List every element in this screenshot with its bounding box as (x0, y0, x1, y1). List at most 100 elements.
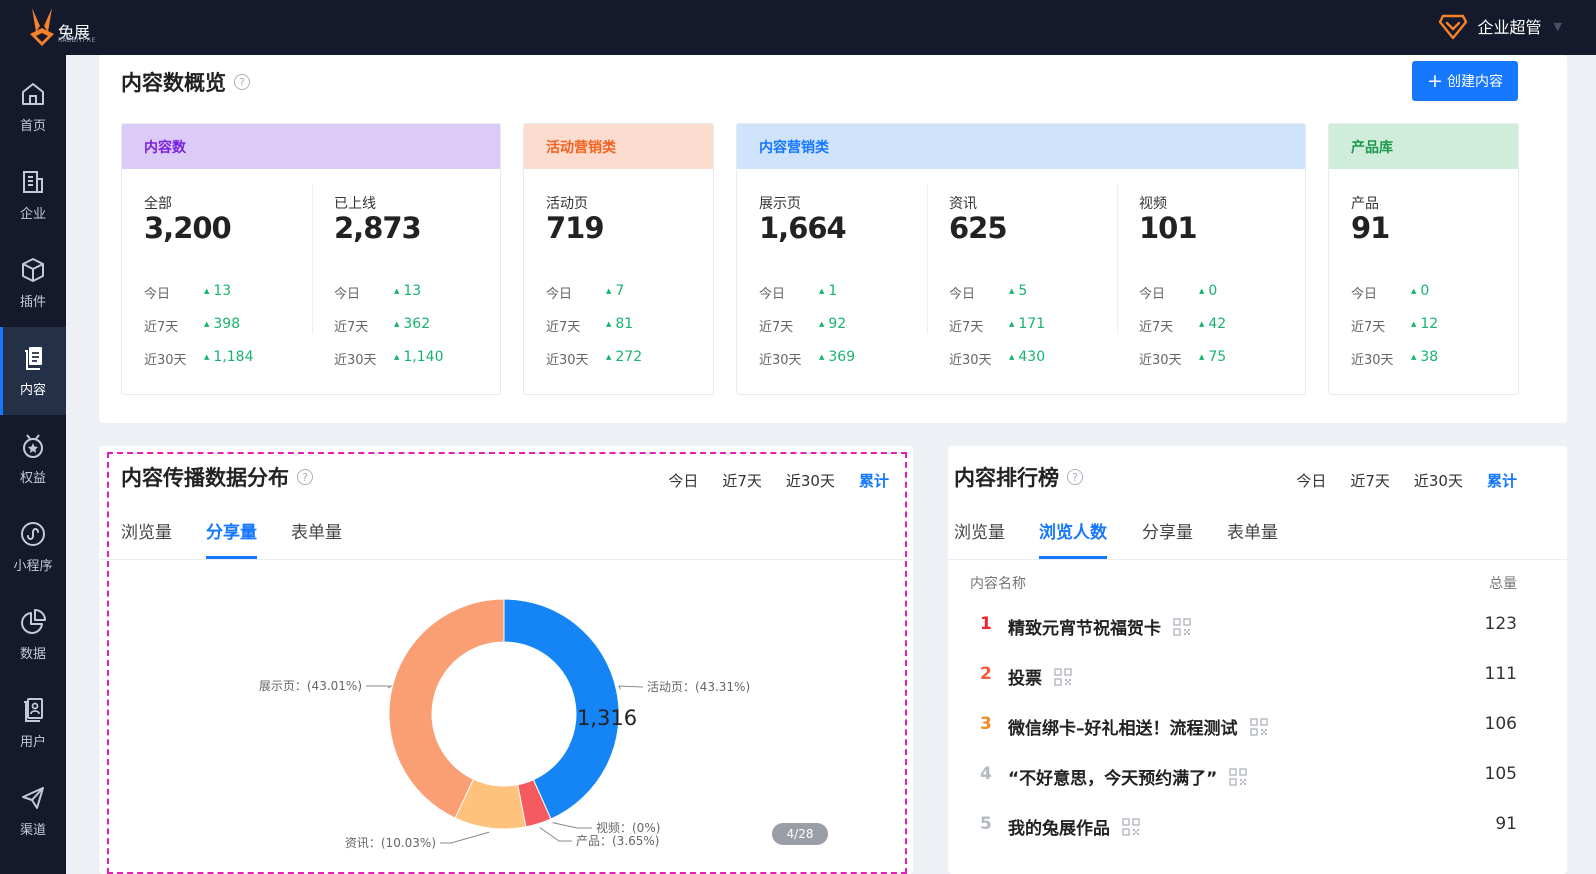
stat-card: 产品库 产品 91 今日 ▲ 0 近7天 ▲ 12 近30天 ▲ 38 (1328, 123, 1519, 395)
qr-code-icon[interactable] (1122, 817, 1140, 836)
ranking-row[interactable]: 3 微信绑卡–好礼相送！流程测试 106 (970, 712, 1517, 742)
stat-label: 全部 (144, 196, 172, 212)
metric-tab[interactable]: 浏览量 (954, 518, 1005, 543)
content-name: 投票 (1008, 664, 1072, 689)
up-arrow-icon: ▲ (1009, 287, 1015, 295)
trend-increase: ▲ 0 (1199, 283, 1217, 299)
pie-leader-line (539, 827, 572, 842)
trend-value: 1,140 (403, 349, 444, 365)
column-header-name: 内容名称 (970, 576, 1026, 592)
help-icon[interactable]: ? (1067, 469, 1083, 485)
trend-increase: ▲ 1,184 (204, 349, 253, 365)
trend-increase: ▲ 42 (1199, 316, 1226, 332)
up-arrow-icon: ▲ (1411, 320, 1417, 328)
trend-increase: ▲ 272 (606, 349, 642, 365)
stat-trend-row: 近7天 ▲ 42 (1139, 316, 1226, 335)
trend-increase: ▲ 13 (204, 283, 231, 299)
up-arrow-icon: ▲ (1009, 353, 1015, 361)
rank-number: 1 (980, 614, 992, 634)
ranking-row[interactable]: 1 精致元宵节祝福贺卡 123 (970, 612, 1517, 642)
metric-tab[interactable]: 分享量 (1142, 518, 1193, 543)
trend-value: 1 (828, 283, 838, 299)
trend-value: 92 (828, 316, 847, 332)
sidebar-item-miniprogram[interactable]: 小程序 (0, 503, 66, 591)
stat-trend-row: 今日 ▲ 5 (949, 283, 1027, 302)
user-menu[interactable]: 企业超管 ▼ (1438, 12, 1562, 40)
stat-trend-row: 今日 ▲ 0 (1139, 283, 1217, 302)
trend-increase: ▲ 369 (819, 349, 855, 365)
trend-value: 0 (1208, 283, 1218, 299)
stat-trend-row: 近7天 ▲ 92 (759, 316, 846, 335)
stat-label: 活动页 (546, 196, 588, 212)
stat-trend-row: 近7天 ▲ 362 (334, 316, 430, 335)
pager-badge[interactable]: 4/28 (772, 823, 828, 845)
trend-period-label: 近7天 (546, 320, 581, 335)
stat-value: 91 (1351, 211, 1390, 245)
user-list-icon (24, 697, 43, 722)
trend-period-label: 近7天 (949, 320, 984, 335)
trend-period-label: 今日 (546, 287, 573, 302)
ranking-row[interactable]: 2 投票 111 (970, 662, 1517, 692)
up-arrow-icon: ▲ (394, 320, 400, 328)
up-arrow-icon: ▲ (204, 287, 210, 295)
share-distribution-chart: 活动页：(43.31%) 视频：(0%) 产品：(3.65%) 资讯：(10.03%)… (99, 446, 913, 874)
plus-icon: + (1427, 69, 1443, 92)
ranking-range-tabs: 今日 近7天 近30天 累计 (1296, 470, 1517, 491)
qr-code-icon[interactable] (1249, 717, 1268, 736)
qr-code-icon[interactable] (1173, 617, 1191, 636)
range-tab[interactable]: 今日 (1296, 470, 1326, 491)
stat-card-title: 内容数 (122, 124, 500, 169)
content-name-text: 微信绑卡–好礼相送！流程测试 (1008, 719, 1238, 739)
create-content-button[interactable]: + 创建内容 (1412, 61, 1518, 101)
chart-center-total: 1,316 (576, 706, 638, 730)
ranking-table-header: 内容名称 总量 (970, 573, 1517, 593)
ranking-row[interactable]: 5 我的兔展作品 91 (970, 812, 1517, 842)
rank-number: 3 (980, 714, 992, 734)
range-tab[interactable]: 累计 (1487, 470, 1517, 491)
up-arrow-icon: ▲ (1199, 320, 1205, 328)
sidebar-item-content[interactable]: 内容 (0, 327, 66, 415)
sidebar-item-plugins[interactable]: 插件 (0, 239, 66, 327)
stat-value: 101 (1139, 211, 1198, 245)
trend-increase: ▲ 75 (1199, 349, 1226, 365)
up-arrow-icon: ▲ (606, 287, 612, 295)
rank-number: 2 (980, 664, 992, 684)
stat-trend-row: 近30天 ▲ 1,184 (144, 349, 253, 368)
stat-trend-row: 今日 ▲ 13 (334, 283, 421, 302)
sidebar-item-users[interactable]: 用户 (0, 679, 66, 767)
metric-tab[interactable]: 表单量 (1227, 518, 1278, 543)
range-tab[interactable]: 近30天 (1414, 470, 1463, 491)
sidebar-item-benefits[interactable]: 权益 (0, 415, 66, 503)
trend-value: 13 (403, 283, 422, 299)
rank-number: 5 (980, 814, 992, 834)
sidebar: 首页 企业 插件 内容 权益 小程序 数据 用户 渠道 (0, 55, 66, 874)
content-total: 105 (1484, 764, 1517, 784)
help-icon[interactable]: ? (234, 74, 250, 90)
sidebar-item-enterprise[interactable]: 企业 (0, 151, 66, 239)
sidebar-item-label: 用户 (19, 734, 46, 750)
range-tab[interactable]: 近7天 (1350, 470, 1390, 491)
donut-chart: 活动页：(43.31%) 视频：(0%)产品：(3.65%) 资讯：(10.03%)… (259, 598, 750, 850)
stat-trend-row: 近7天 ▲ 12 (1351, 316, 1438, 335)
stat-trend-row: 今日 ▲ 0 (1351, 283, 1429, 302)
qr-code-icon[interactable] (1229, 767, 1248, 786)
trend-period-label: 近30天 (334, 353, 377, 368)
trend-increase: ▲ 5 (1009, 283, 1027, 299)
stat-trend-row: 近7天 ▲ 398 (144, 316, 240, 335)
metric-tab[interactable]: 浏览人数 (1039, 518, 1107, 559)
pie-label: 展示页：(43.01%) (259, 679, 362, 693)
miniprogram-icon (21, 521, 45, 546)
ranking-row[interactable]: 4 “不好意思，今天预约满了” 105 (970, 762, 1517, 792)
trend-value: 38 (1420, 349, 1439, 365)
sidebar-item-channels[interactable]: 渠道 (0, 767, 66, 855)
stat-card-title: 产品库 (1329, 124, 1518, 169)
overview-title: 内容数概览 ? (121, 67, 250, 97)
stat-trend-row: 近30天 ▲ 272 (546, 349, 642, 368)
up-arrow-icon: ▲ (1411, 287, 1417, 295)
qr-code-icon[interactable] (1054, 667, 1072, 686)
sidebar-item-home[interactable]: 首页 (0, 63, 66, 151)
trend-period-label: 近30天 (1139, 353, 1182, 368)
ranking-title-text: 内容排行榜 (954, 466, 1059, 490)
trend-increase: ▲ 171 (1009, 316, 1045, 332)
sidebar-item-data[interactable]: 数据 (0, 591, 66, 679)
